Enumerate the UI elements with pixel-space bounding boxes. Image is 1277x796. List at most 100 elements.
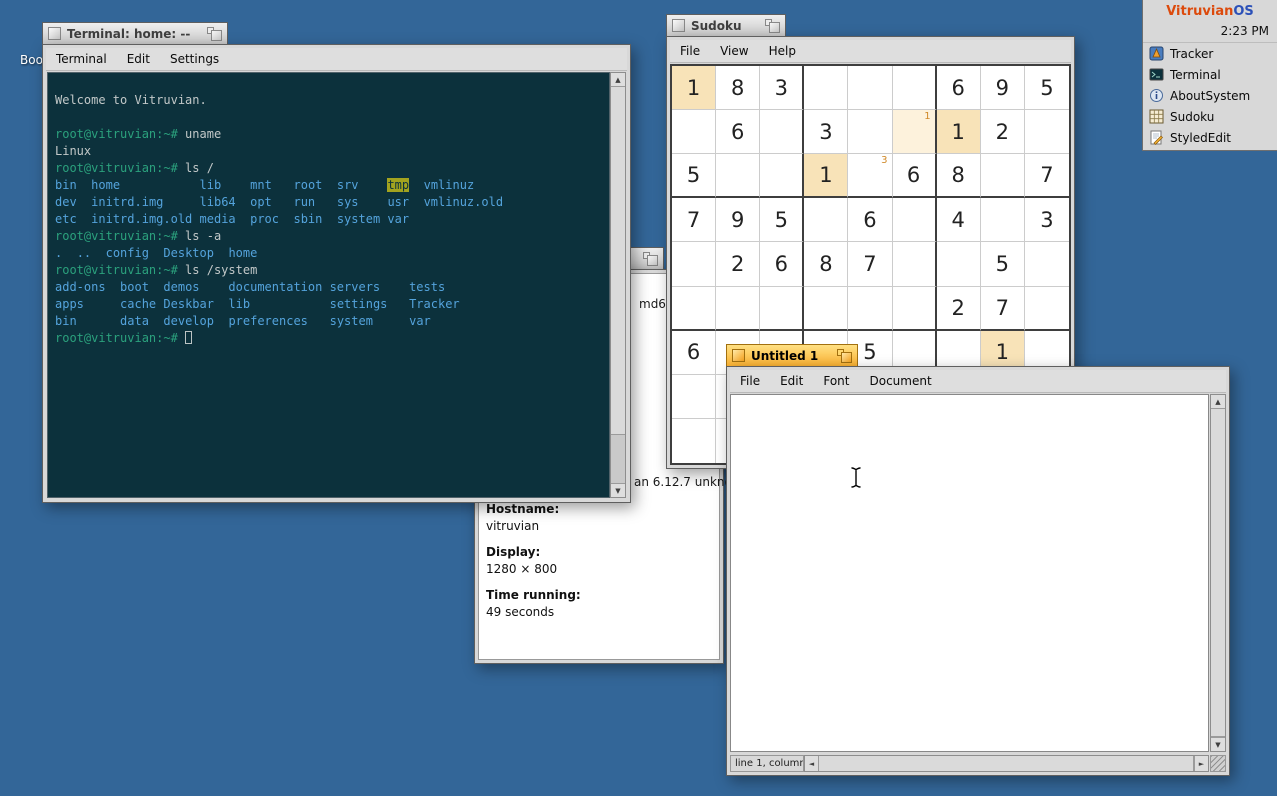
sudoku-cell-r4c6[interactable] xyxy=(893,198,937,242)
zoom-icon[interactable] xyxy=(207,27,222,41)
sudoku-cell-r4c2[interactable]: 9 xyxy=(716,198,760,242)
sudoku-cell-r5c9[interactable] xyxy=(1025,242,1069,286)
sudoku-cell-r4c3[interactable]: 5 xyxy=(760,198,804,242)
sudoku-cell-r2c3[interactable] xyxy=(760,110,804,154)
sudoku-cell-r1c8[interactable]: 9 xyxy=(981,66,1025,110)
sudoku-cell-r4c1[interactable]: 7 xyxy=(672,198,716,242)
sudoku-cell-r6c5[interactable] xyxy=(848,287,892,331)
zoom-icon[interactable] xyxy=(837,349,852,363)
sudoku-cell-r5c1[interactable] xyxy=(672,242,716,286)
sudoku-cell-r2c1[interactable] xyxy=(672,110,716,154)
close-icon[interactable] xyxy=(48,27,61,40)
menu-file[interactable]: File xyxy=(670,40,710,62)
sudoku-cell-r2c7[interactable]: 1 xyxy=(937,110,981,154)
sudoku-cell-r5c6[interactable] xyxy=(893,242,937,286)
sudoku-cell-r6c1[interactable] xyxy=(672,287,716,331)
sudoku-cell-r5c4[interactable]: 8 xyxy=(804,242,848,286)
sudoku-cell-r2c6[interactable]: 1 xyxy=(893,110,937,154)
sudoku-cell-r3c4[interactable]: 1 xyxy=(804,154,848,198)
scroll-right-icon[interactable]: ► xyxy=(1194,756,1208,771)
menu-file[interactable]: File xyxy=(730,370,770,392)
menu-document[interactable]: Document xyxy=(859,370,941,392)
sudoku-cell-r3c3[interactable] xyxy=(760,154,804,198)
sudoku-cell-r3c1[interactable]: 5 xyxy=(672,154,716,198)
scrollbar-thumb[interactable] xyxy=(1211,409,1225,737)
sudoku-cell-r3c6[interactable]: 6 xyxy=(893,154,937,198)
sudoku-cell-r1c9[interactable]: 5 xyxy=(1025,66,1069,110)
stylededit-text-area[interactable] xyxy=(730,394,1209,752)
sudoku-cell-r1c3[interactable]: 3 xyxy=(760,66,804,110)
sudoku-cell-r7c1[interactable]: 6 xyxy=(672,331,716,375)
deskbar-clock[interactable]: 2:23 PM xyxy=(1221,24,1269,38)
stylededit-horizontal-scrollbar[interactable]: ◄ ► xyxy=(804,755,1209,772)
sudoku-cell-r6c6[interactable] xyxy=(893,287,937,331)
deskbar-item-tracker[interactable]: Tracker xyxy=(1143,43,1277,64)
sudoku-cell-r3c8[interactable] xyxy=(981,154,1025,198)
sudoku-cell-r1c7[interactable]: 6 xyxy=(937,66,981,110)
zoom-icon[interactable] xyxy=(765,19,780,33)
scroll-down-icon[interactable]: ▼ xyxy=(611,483,625,497)
sudoku-cell-r6c3[interactable] xyxy=(760,287,804,331)
sudoku-cell-r2c9[interactable] xyxy=(1025,110,1069,154)
sudoku-cell-r4c5[interactable]: 6 xyxy=(848,198,892,242)
sudoku-cell-r5c7[interactable] xyxy=(937,242,981,286)
deskbar-item-sudoku[interactable]: Sudoku xyxy=(1143,106,1277,127)
sudoku-cell-r6c8[interactable]: 7 xyxy=(981,287,1025,331)
sudoku-cell-r3c9[interactable]: 7 xyxy=(1025,154,1069,198)
sudoku-cell-r4c7[interactable]: 4 xyxy=(937,198,981,242)
stylededit-vertical-scrollbar[interactable]: ▲ ▼ xyxy=(1210,394,1226,752)
sudoku-cell-r2c8[interactable]: 2 xyxy=(981,110,1025,154)
sudoku-cell-r6c7[interactable]: 2 xyxy=(937,287,981,331)
terminal-view[interactable]: Welcome to Vitruvian. root@vitruvian:~# … xyxy=(47,72,610,498)
deskbar-brand[interactable]: VitruvianOS xyxy=(1143,0,1277,21)
resize-corner[interactable] xyxy=(1210,755,1226,772)
sudoku-cell-r5c3[interactable]: 6 xyxy=(760,242,804,286)
menu-view[interactable]: View xyxy=(710,40,758,62)
sudoku-cell-r6c2[interactable] xyxy=(716,287,760,331)
menu-help[interactable]: Help xyxy=(759,40,806,62)
deskbar-item-terminal[interactable]: Terminal xyxy=(1143,64,1277,85)
sudoku-cell-r9c1[interactable] xyxy=(672,419,716,463)
sudoku-cell-r6c9[interactable] xyxy=(1025,287,1069,331)
terminal-vertical-scrollbar[interactable]: ▲ ▼ xyxy=(610,72,626,498)
scrollbar-thumb[interactable] xyxy=(611,87,625,435)
zoom-icon[interactable] xyxy=(643,252,658,266)
menu-settings[interactable]: Settings xyxy=(160,48,229,70)
close-icon[interactable] xyxy=(732,349,745,362)
close-icon[interactable] xyxy=(672,19,685,32)
sudoku-cell-r1c4[interactable] xyxy=(804,66,848,110)
scroll-up-icon[interactable]: ▲ xyxy=(1211,395,1225,409)
deskbar-item-stylededit[interactable]: StyledEdit xyxy=(1143,127,1277,148)
sudoku-cell-r1c1[interactable]: 1 xyxy=(672,66,716,110)
sudoku-cell-r4c9[interactable]: 3 xyxy=(1025,198,1069,242)
sudoku-cell-r2c5[interactable] xyxy=(848,110,892,154)
sudoku-cell-r5c2[interactable]: 2 xyxy=(716,242,760,286)
stylededit-tab[interactable]: Untitled 1 xyxy=(726,344,858,366)
sudoku-cell-r3c7[interactable]: 8 xyxy=(937,154,981,198)
menu-edit[interactable]: Edit xyxy=(117,48,160,70)
sudoku-cell-r4c8[interactable] xyxy=(981,198,1025,242)
desktop-icon-label-fragment[interactable]: Boo xyxy=(20,53,43,67)
scroll-left-icon[interactable]: ◄ xyxy=(805,756,819,771)
sudoku-cell-r2c2[interactable]: 6 xyxy=(716,110,760,154)
sudoku-cell-r5c5[interactable]: 7 xyxy=(848,242,892,286)
sudoku-cell-r3c5[interactable]: 3 xyxy=(848,154,892,198)
menu-font[interactable]: Font xyxy=(813,370,859,392)
terminal-tab[interactable]: Terminal: home: -- xyxy=(42,22,228,44)
sudoku-cell-r2c4[interactable]: 3 xyxy=(804,110,848,154)
sudoku-cell-r8c1[interactable] xyxy=(672,375,716,419)
sudoku-tab[interactable]: Sudoku xyxy=(666,14,786,36)
sudoku-cell-r6c4[interactable] xyxy=(804,287,848,331)
scrollbar-track[interactable] xyxy=(611,87,625,483)
scrollbar-track[interactable] xyxy=(1211,409,1225,737)
scroll-up-icon[interactable]: ▲ xyxy=(611,73,625,87)
deskbar-item-aboutsystem[interactable]: AboutSystem xyxy=(1143,85,1277,106)
menu-edit[interactable]: Edit xyxy=(770,370,813,392)
scrollbar-thumb[interactable] xyxy=(819,756,1194,771)
sudoku-cell-r1c6[interactable] xyxy=(893,66,937,110)
sudoku-cell-r5c8[interactable]: 5 xyxy=(981,242,1025,286)
sudoku-cell-r1c5[interactable] xyxy=(848,66,892,110)
menu-terminal[interactable]: Terminal xyxy=(46,48,117,70)
sudoku-cell-r3c2[interactable] xyxy=(716,154,760,198)
sudoku-cell-r1c2[interactable]: 8 xyxy=(716,66,760,110)
